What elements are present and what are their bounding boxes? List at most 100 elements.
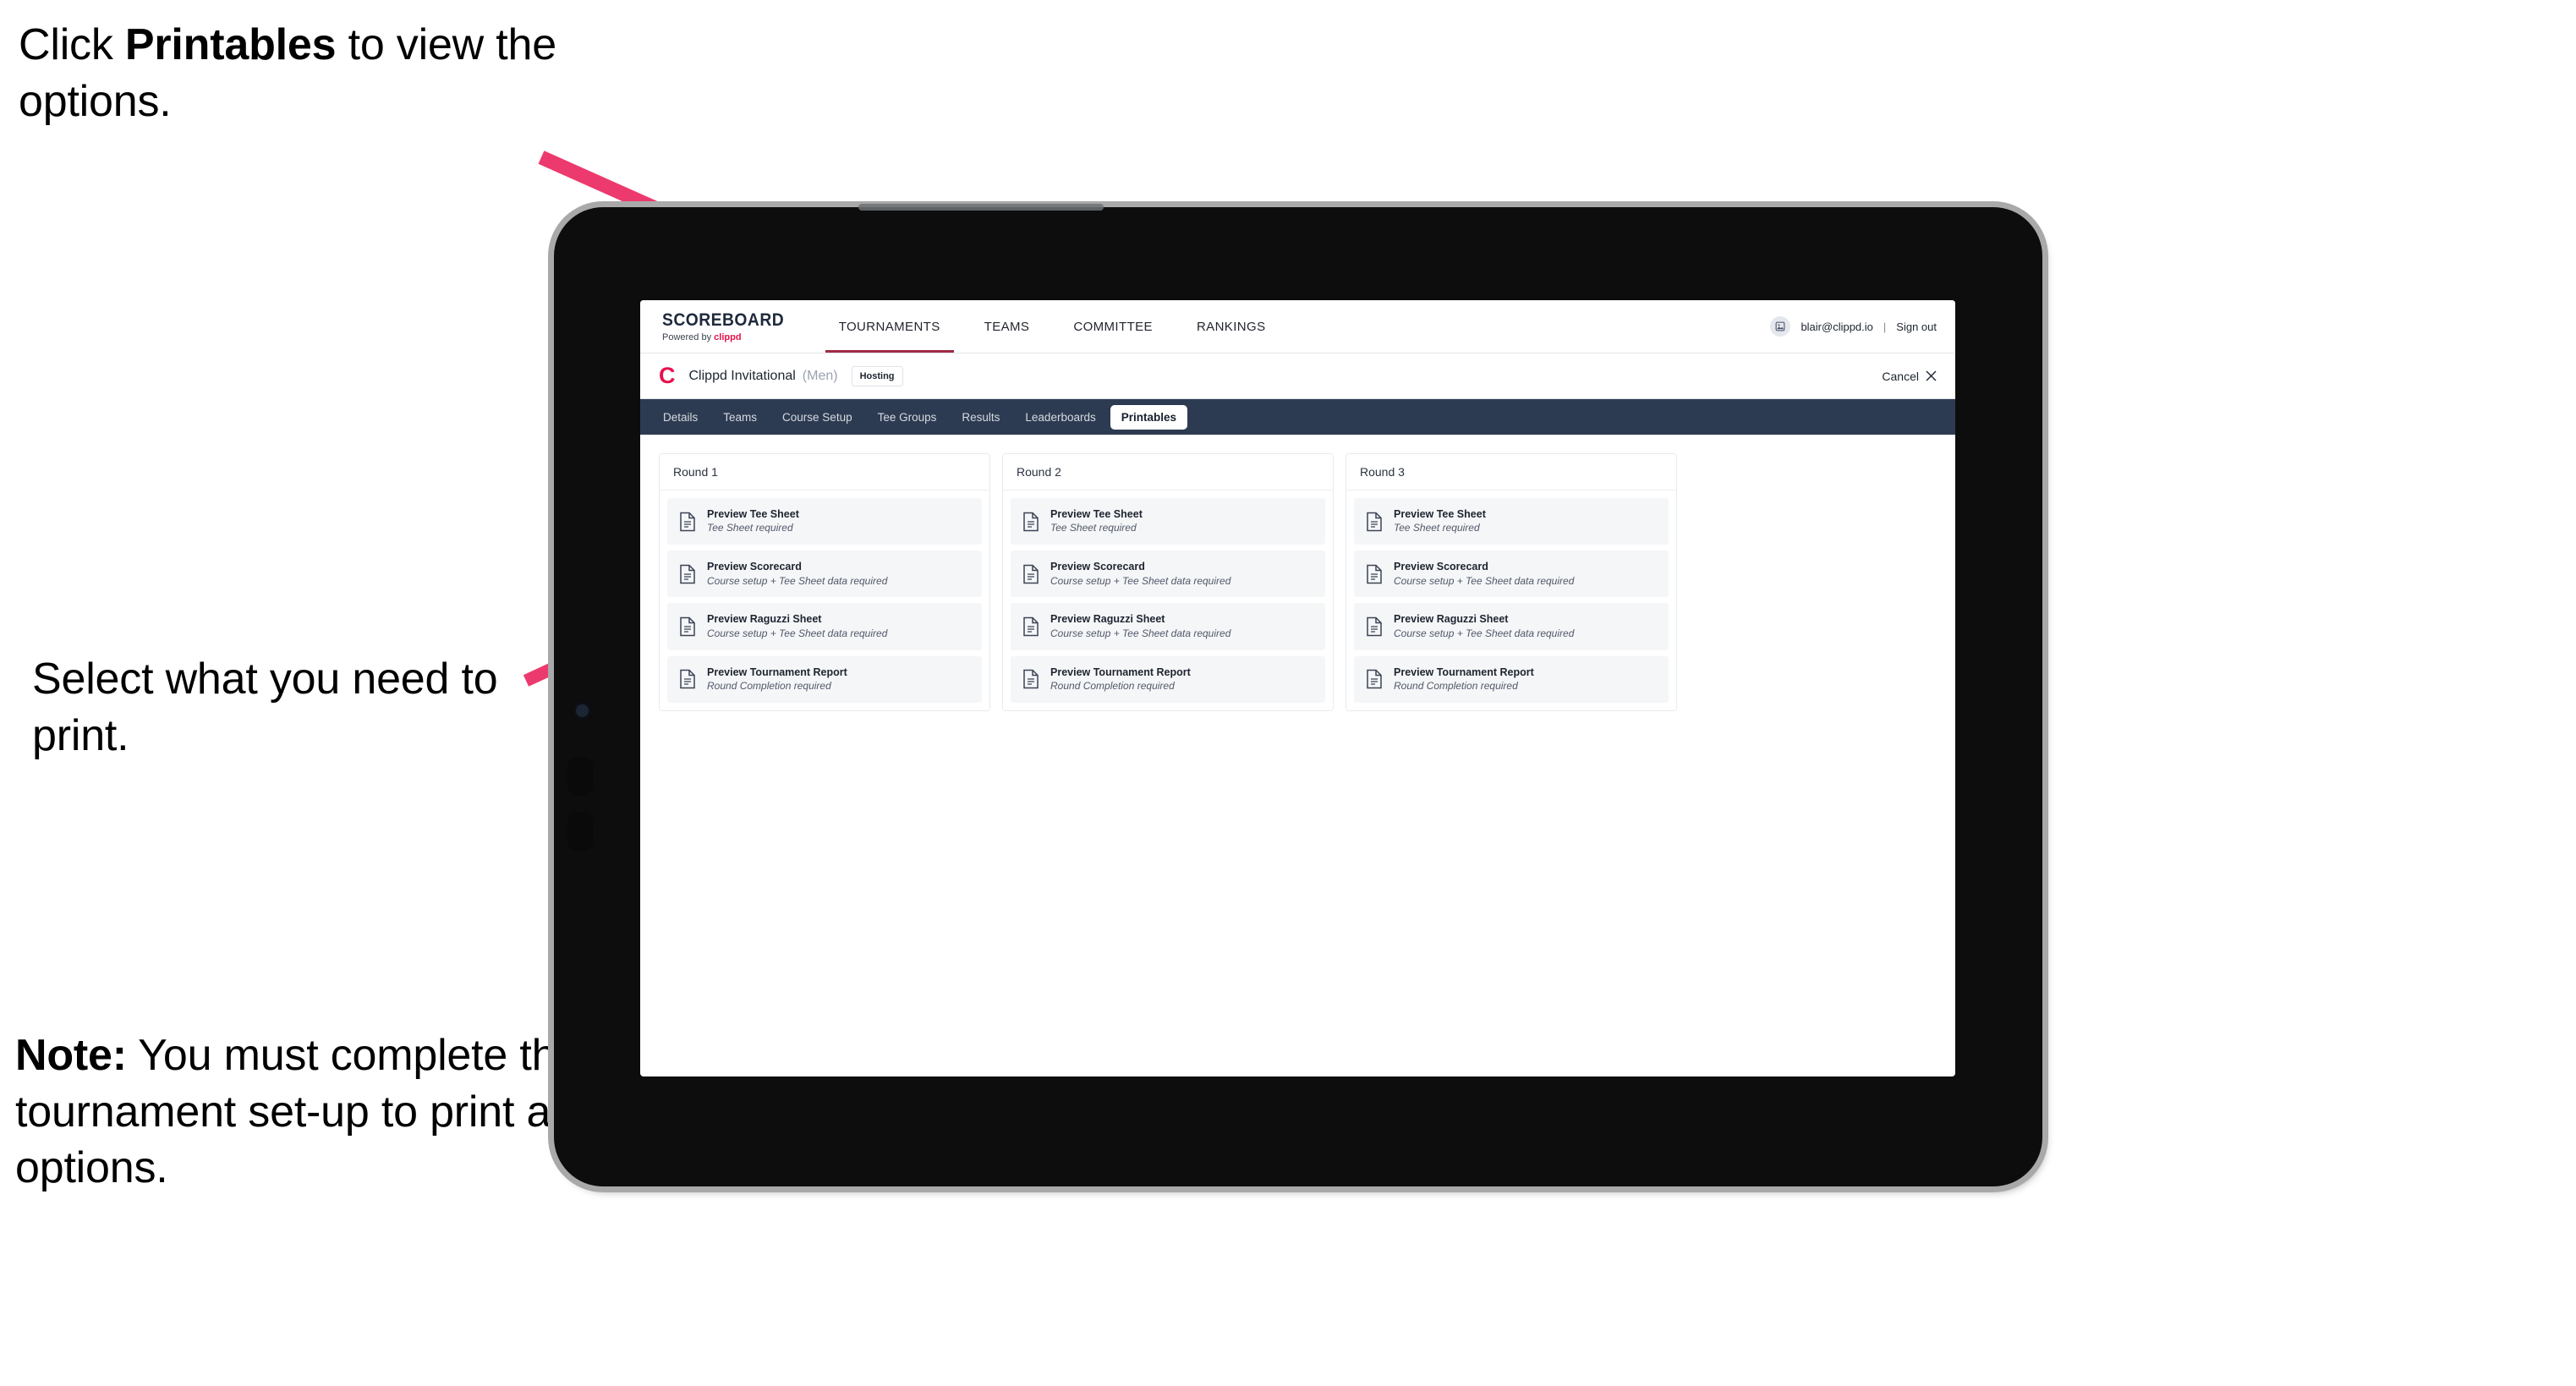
printable-texts: Preview Tournament Report Round Completi… bbox=[1394, 666, 1534, 693]
browser-screen: SCOREBOARD Powered by clippd TOURNAMENTS… bbox=[640, 300, 1955, 1076]
round-items-3: Preview Tee Sheet Tee Sheet required Pre… bbox=[1346, 490, 1676, 710]
printable-title: Preview Raguzzi Sheet bbox=[707, 613, 822, 626]
document-icon bbox=[1023, 669, 1039, 689]
printable-row-raguzzi-sheet[interactable]: Preview Raguzzi Sheet Course setup + Tee… bbox=[1011, 603, 1325, 650]
topnav-label-committee: COMMITTEE bbox=[1073, 319, 1153, 334]
printable-row-scorecard[interactable]: Preview Scorecard Course setup + Tee She… bbox=[1354, 551, 1669, 598]
printable-texts: Preview Tee Sheet Tee Sheet required bbox=[1050, 508, 1143, 534]
printable-subtitle: Tee Sheet required bbox=[707, 522, 793, 534]
round-column-3: Round 3 Preview Tee Sheet Tee Sheet requ… bbox=[1346, 453, 1677, 711]
printable-title: Preview Tournament Report bbox=[1394, 666, 1534, 678]
tab-label-teams: Teams bbox=[723, 410, 758, 424]
tab-printables[interactable]: Printables bbox=[1110, 404, 1188, 430]
tournament-header: C Clippd Invitational (Men) Hosting Canc… bbox=[640, 353, 1955, 399]
printable-texts: Preview Tournament Report Round Completi… bbox=[707, 666, 847, 693]
printable-title: Preview Tee Sheet bbox=[1050, 508, 1143, 520]
printable-title: Preview Tee Sheet bbox=[1394, 508, 1486, 520]
user-email: blair@clippd.io bbox=[1800, 320, 1873, 333]
topnav-item-rankings[interactable]: RANKINGS bbox=[1175, 300, 1288, 353]
topnav-item-teams[interactable]: TEAMS bbox=[962, 300, 1052, 353]
printable-texts: Preview Raguzzi Sheet Course setup + Tee… bbox=[1050, 613, 1230, 639]
annotation-click-printables: Click Printables to view the options. bbox=[19, 17, 568, 129]
brand-logo[interactable]: SCOREBOARD Powered by clippd bbox=[640, 300, 817, 353]
account-separator: | bbox=[1883, 320, 1887, 333]
printable-row-tee-sheet[interactable]: Preview Tee Sheet Tee Sheet required bbox=[667, 498, 982, 545]
printable-row-scorecard[interactable]: Preview Scorecard Course setup + Tee She… bbox=[667, 551, 982, 598]
document-icon bbox=[1367, 669, 1382, 689]
document-icon bbox=[680, 512, 695, 531]
document-icon bbox=[1023, 512, 1039, 531]
printable-title: Preview Raguzzi Sheet bbox=[1394, 613, 1509, 626]
printable-subtitle: Tee Sheet required bbox=[1050, 522, 1137, 534]
topnav-label-rankings: RANKINGS bbox=[1196, 319, 1266, 334]
printable-texts: Preview Scorecard Course setup + Tee She… bbox=[1394, 561, 1574, 587]
printable-subtitle: Tee Sheet required bbox=[1394, 522, 1480, 534]
topnav-label-teams: TEAMS bbox=[984, 319, 1030, 334]
tab-label-tee-groups: Tee Groups bbox=[877, 410, 937, 424]
device-camera-icon bbox=[576, 704, 589, 717]
device-speaker bbox=[858, 204, 1104, 211]
document-icon bbox=[1023, 564, 1039, 583]
device-volume-up-button[interactable] bbox=[567, 757, 593, 796]
annotation-click-bold: Printables bbox=[124, 20, 337, 69]
printable-title: Preview Scorecard bbox=[1050, 561, 1145, 573]
printable-title: Preview Tournament Report bbox=[1050, 666, 1191, 678]
tab-results[interactable]: Results bbox=[951, 405, 1011, 430]
round-items-2: Preview Tee Sheet Tee Sheet required Pre… bbox=[1003, 490, 1333, 710]
tab-course-setup[interactable]: Course Setup bbox=[771, 405, 863, 430]
document-icon bbox=[1367, 616, 1382, 637]
app-header: SCOREBOARD Powered by clippd TOURNAMENTS… bbox=[640, 300, 1955, 353]
printable-subtitle: Course setup + Tee Sheet data required bbox=[707, 627, 888, 639]
round-header-1: Round 1 bbox=[660, 454, 989, 490]
round-items-1: Preview Tee Sheet Tee Sheet required Pre… bbox=[660, 490, 989, 710]
printable-row-raguzzi-sheet[interactable]: Preview Raguzzi Sheet Course setup + Tee… bbox=[667, 603, 982, 650]
printable-row-raguzzi-sheet[interactable]: Preview Raguzzi Sheet Course setup + Tee… bbox=[1354, 603, 1669, 650]
printable-subtitle: Course setup + Tee Sheet data required bbox=[1394, 574, 1575, 587]
tab-leaderboards[interactable]: Leaderboards bbox=[1014, 405, 1106, 430]
tab-details[interactable]: Details bbox=[652, 405, 709, 430]
device-volume-down-button[interactable] bbox=[567, 812, 593, 851]
round-header-2: Round 2 bbox=[1003, 454, 1333, 490]
tournament-gender: (Men) bbox=[802, 368, 838, 383]
printable-row-tournament-report[interactable]: Preview Tournament Report Round Completi… bbox=[1354, 655, 1669, 703]
printable-row-tee-sheet[interactable]: Preview Tee Sheet Tee Sheet required bbox=[1011, 498, 1325, 545]
printable-subtitle: Course setup + Tee Sheet data required bbox=[1050, 627, 1231, 639]
round-column-1: Round 1 Preview Tee Sheet Tee Sheet requ… bbox=[659, 453, 990, 711]
round-column-2: Round 2 Preview Tee Sheet Tee Sheet requ… bbox=[1002, 453, 1334, 711]
topnav-item-tournaments[interactable]: TOURNAMENTS bbox=[817, 300, 962, 353]
printable-title: Preview Tournament Report bbox=[707, 666, 847, 678]
brand-powered-by: Powered by bbox=[662, 331, 715, 342]
printable-row-tournament-report[interactable]: Preview Tournament Report Round Completi… bbox=[667, 655, 982, 703]
printable-subtitle: Course setup + Tee Sheet data required bbox=[1394, 627, 1575, 639]
printable-texts: Preview Scorecard Course setup + Tee She… bbox=[707, 561, 887, 587]
cancel-button[interactable]: Cancel bbox=[1882, 370, 1937, 383]
cancel-label: Cancel bbox=[1882, 369, 1919, 383]
printable-texts: Preview Raguzzi Sheet Course setup + Tee… bbox=[1394, 613, 1574, 639]
brand-subtitle: Powered by clippd bbox=[662, 332, 795, 342]
section-tabs: Details Teams Course Setup Tee Groups Re… bbox=[640, 399, 1955, 435]
round-header-3: Round 3 bbox=[1346, 454, 1676, 490]
printable-row-tee-sheet[interactable]: Preview Tee Sheet Tee Sheet required bbox=[1354, 498, 1669, 545]
printable-texts: Preview Tee Sheet Tee Sheet required bbox=[1394, 508, 1486, 534]
primary-navigation: TOURNAMENTS TEAMS COMMITTEE RANKINGS bbox=[817, 300, 1288, 353]
tab-tee-groups[interactable]: Tee Groups bbox=[867, 405, 948, 430]
tab-teams[interactable]: Teams bbox=[712, 405, 768, 430]
printable-texts: Preview Tournament Report Round Completi… bbox=[1050, 666, 1191, 693]
printable-subtitle: Round Completion required bbox=[707, 679, 831, 692]
topnav-item-committee[interactable]: COMMITTEE bbox=[1051, 300, 1175, 353]
document-icon bbox=[680, 564, 695, 583]
printable-title: Preview Scorecard bbox=[707, 561, 802, 573]
sign-out-link[interactable]: Sign out bbox=[1896, 320, 1937, 333]
printable-subtitle: Course setup + Tee Sheet data required bbox=[1050, 574, 1231, 587]
printable-subtitle: Course setup + Tee Sheet data required bbox=[707, 574, 888, 587]
clippd-logo-icon: C bbox=[659, 363, 676, 388]
printable-row-tournament-report[interactable]: Preview Tournament Report Round Completi… bbox=[1011, 655, 1325, 703]
avatar-glyph bbox=[1776, 321, 1785, 331]
brand-title: SCOREBOARD bbox=[662, 310, 785, 330]
printable-row-scorecard[interactable]: Preview Scorecard Course setup + Tee She… bbox=[1011, 551, 1325, 598]
tab-label-leaderboards: Leaderboards bbox=[1025, 410, 1096, 424]
printable-title: Preview Scorecard bbox=[1394, 561, 1488, 573]
annotation-click-prefix: Click bbox=[19, 20, 125, 69]
printable-title: Preview Tee Sheet bbox=[707, 508, 799, 520]
user-avatar-icon[interactable] bbox=[1770, 316, 1791, 337]
